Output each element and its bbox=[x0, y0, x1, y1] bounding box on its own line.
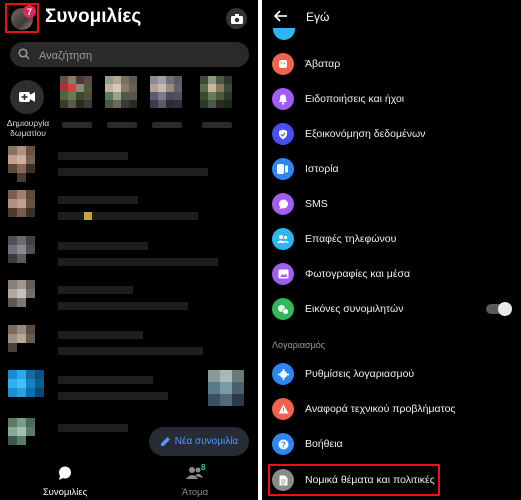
chat-avatar bbox=[8, 280, 46, 318]
menu-item-data-saver[interactable]: Εξοικονόμηση δεδομένων bbox=[262, 119, 521, 149]
help-icon: ? bbox=[272, 433, 294, 455]
page-title: Εγώ bbox=[306, 10, 330, 24]
people-badge: 8 bbox=[201, 463, 206, 472]
chats-panel: 7 Συνομιλίες Δημιουργία δωματίου bbox=[0, 0, 258, 500]
shield-icon bbox=[272, 123, 294, 145]
story-avatar[interactable] bbox=[200, 76, 234, 112]
page-title: Συνομιλίες bbox=[45, 6, 142, 27]
chat-heads-toggle[interactable] bbox=[486, 302, 512, 316]
back-arrow-icon[interactable] bbox=[274, 10, 288, 22]
new-chat-label: Νέα συνομιλία bbox=[174, 436, 239, 447]
story-name bbox=[202, 122, 232, 128]
avatar-icon bbox=[272, 53, 294, 75]
chat-list-item[interactable] bbox=[8, 190, 248, 230]
tab-people-label: Άτομα bbox=[181, 487, 209, 498]
profile-avatar-button[interactable]: 7 bbox=[5, 3, 39, 33]
chat-list-item[interactable] bbox=[8, 236, 248, 276]
menu-item-photos-media[interactable]: Φωτογραφίες και μέσα bbox=[262, 259, 521, 289]
menu-item-sms[interactable]: SMS bbox=[262, 189, 521, 219]
chat-avatar bbox=[8, 325, 46, 363]
search-icon bbox=[18, 48, 30, 60]
chats-header: 7 Συνομιλίες bbox=[0, 0, 258, 36]
photo-icon bbox=[272, 263, 294, 285]
story-avatar[interactable] bbox=[60, 76, 94, 112]
partial-item-icon bbox=[273, 28, 295, 40]
tab-chats[interactable]: Συνομιλίες bbox=[25, 466, 105, 498]
story-name bbox=[62, 122, 92, 128]
toggle-knob bbox=[498, 302, 512, 316]
warning-icon bbox=[272, 398, 294, 420]
tab-people[interactable]: 8 Άτομα bbox=[155, 463, 235, 498]
menu-item-phone-contacts[interactable]: Επαφές τηλεφώνου bbox=[262, 224, 521, 254]
menu-item-account-settings[interactable]: Ρυθμίσεις λογαριασμού bbox=[262, 359, 521, 389]
menu-item-notifications[interactable]: Ειδοποιήσεις και ήχοι bbox=[262, 84, 521, 114]
camera-button[interactable] bbox=[226, 8, 247, 29]
section-header-account: Λογαριασμός bbox=[272, 340, 326, 350]
video-plus-icon bbox=[19, 92, 35, 102]
highlight-box bbox=[268, 464, 440, 496]
menu-item-report-problem[interactable]: Αναφορά τεχνικού προβλήματος bbox=[262, 394, 521, 424]
chat-list-item[interactable] bbox=[8, 146, 248, 186]
search-input[interactable] bbox=[37, 46, 241, 65]
menu-item-story[interactable]: Ιστορία bbox=[262, 154, 521, 184]
story-name bbox=[107, 122, 137, 128]
story-name bbox=[152, 122, 182, 128]
menu-item-avatar[interactable]: Άβαταρ bbox=[262, 49, 521, 79]
story-avatar[interactable] bbox=[105, 76, 139, 112]
chat-avatar bbox=[8, 146, 46, 184]
new-chat-button[interactable]: Νέα συνομιλία bbox=[149, 427, 249, 456]
chat-avatar bbox=[8, 190, 46, 228]
me-settings-panel: Εγώ Άβαταρ Ειδοποιήσεις και ήχοι Εξοικον… bbox=[262, 0, 521, 500]
contacts-icon bbox=[272, 228, 294, 250]
story-icon bbox=[272, 158, 294, 180]
story-avatar[interactable] bbox=[150, 76, 184, 112]
chat-bubble-icon bbox=[59, 466, 71, 480]
tab-chats-label: Συνομιλίες bbox=[42, 487, 88, 498]
create-room-button[interactable] bbox=[10, 80, 44, 114]
menu-item-chat-heads[interactable]: Εικόνες συνομιλητών bbox=[262, 294, 521, 324]
search-bar[interactable] bbox=[10, 42, 249, 67]
svg-text:?: ? bbox=[281, 440, 286, 449]
sms-icon bbox=[272, 193, 294, 215]
chat-list-item[interactable] bbox=[8, 370, 248, 410]
create-room-label: Δημιουργία δωματίου bbox=[6, 118, 50, 138]
chat-avatar bbox=[8, 236, 46, 274]
notification-badge: 7 bbox=[23, 5, 36, 18]
settings-header: Εγώ bbox=[262, 0, 521, 36]
pencil-icon bbox=[160, 437, 170, 446]
bell-icon bbox=[272, 88, 294, 110]
chat-avatar bbox=[8, 370, 46, 408]
chat-heads-icon bbox=[272, 298, 294, 320]
chat-avatar bbox=[8, 418, 46, 456]
chat-list-item[interactable] bbox=[8, 325, 248, 365]
menu-item-help[interactable]: ? Βοήθεια bbox=[262, 429, 521, 459]
gear-icon bbox=[272, 363, 294, 385]
camera-icon bbox=[230, 13, 243, 24]
chat-list-item[interactable] bbox=[8, 280, 248, 320]
bottom-nav: Συνομιλίες 8 Άτομα bbox=[0, 462, 258, 500]
